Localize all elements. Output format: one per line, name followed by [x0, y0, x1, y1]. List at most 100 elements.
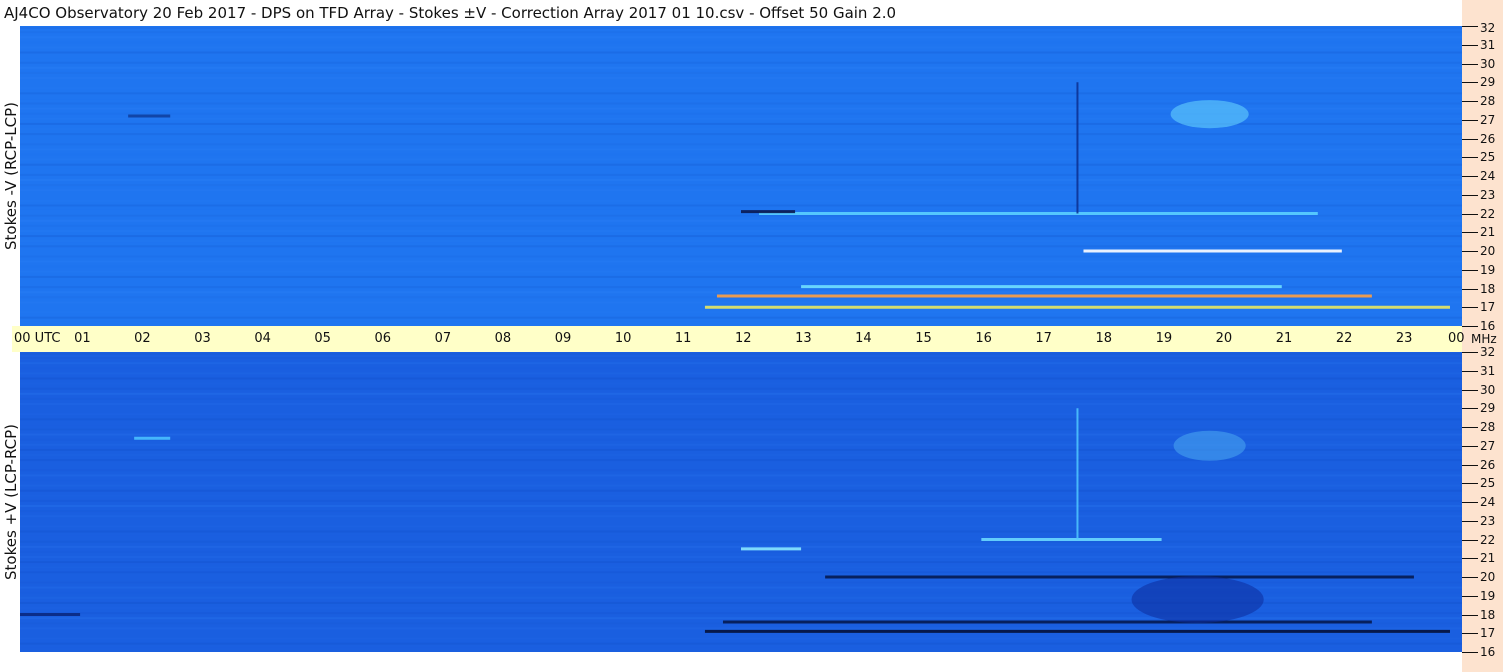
time-tick-label: 12	[735, 331, 752, 346]
bottom-texture-stripe	[20, 581, 1462, 584]
top-panel-ylabel: Stokes -V (RCP-LCP)	[2, 102, 20, 250]
top-texture-stripe	[20, 219, 1462, 222]
bottom-texture-stripe	[20, 433, 1462, 436]
top-texture-stripe	[20, 41, 1462, 43]
time-tick-label: 01	[74, 331, 91, 346]
freq-tick-label: 19	[1480, 262, 1496, 277]
bottom-texture-stripe	[20, 540, 1462, 543]
freq-tick-mark	[1462, 63, 1478, 65]
freq-tick-mark	[1462, 44, 1478, 46]
freq-tick-label: 24	[1480, 169, 1496, 183]
freq-tick-label: 25	[1480, 476, 1496, 491]
bottom-texture-stripe	[20, 505, 1462, 507]
freq-tick-label: 17	[1480, 626, 1496, 641]
bottom-bright-band-6	[134, 436, 171, 440]
freq-tick-mark	[1462, 352, 1478, 353]
freq-tick-mark	[1462, 213, 1478, 215]
top-bright-band-3	[1083, 249, 1342, 253]
bottom-texture-stripe	[20, 530, 1462, 533]
bottom-texture-stripe	[20, 459, 1462, 462]
freq-tick-label: 24	[1480, 495, 1496, 509]
bottom-texture-stripe	[20, 357, 1462, 360]
freq-tick-label: 30	[1480, 382, 1496, 397]
time-tick-label: 09	[554, 331, 572, 346]
mhz-unit-label: MHz	[1471, 332, 1497, 346]
freq-tick-mark	[1462, 251, 1478, 252]
top-texture-stripe	[20, 87, 1462, 90]
freq-tick-mark	[1462, 269, 1478, 271]
freq-tick-mark	[1462, 558, 1478, 560]
bottom-texture-stripe	[20, 439, 1462, 441]
top-texture-stripe	[20, 143, 1462, 146]
freq-tick-mark	[1462, 326, 1478, 327]
freq-tick-label: 17	[1480, 300, 1496, 315]
top-texture-stripe	[20, 184, 1462, 187]
freq-tick-mark	[1462, 389, 1478, 391]
freq-tick-label: 26	[1480, 131, 1496, 146]
time-tick-label: 13	[795, 331, 812, 346]
top-texture-stripe	[20, 240, 1462, 243]
bottom-dark-band-0	[704, 629, 1450, 633]
top-texture-stripe	[20, 61, 1462, 64]
bottom-texture-stripe	[20, 413, 1462, 416]
bottom-dark-band-3	[20, 613, 81, 616]
bottom-texture-stripe	[20, 489, 1462, 492]
top-spectrogram	[20, 26, 1462, 324]
time-tick-label: 23	[1395, 331, 1413, 346]
top-texture-stripe	[20, 163, 1462, 166]
time-tick-label: 18	[1095, 331, 1113, 346]
bottom-texture-stripe	[20, 352, 1462, 355]
top-texture-stripe	[20, 36, 1462, 39]
top-texture-stripe	[20, 46, 1462, 49]
time-tick-label: 15	[915, 331, 932, 346]
top-texture-stripe	[20, 133, 1462, 136]
freq-tick-mark	[1462, 502, 1478, 503]
freq-tick-label: 23	[1480, 187, 1496, 202]
freq-tick-label: 27	[1480, 112, 1496, 127]
freq-tick-label: 18	[1480, 607, 1496, 622]
bottom-texture-stripe	[20, 617, 1462, 620]
top-texture-stripe	[20, 275, 1462, 278]
bottom-bright-band-4	[981, 538, 1162, 541]
freq-tick-label: 32	[1480, 345, 1496, 359]
time-tick-label: 00	[1448, 331, 1465, 346]
bottom-texture-stripe	[20, 551, 1462, 553]
freq-tick-mark	[1462, 445, 1478, 447]
top-texture-stripe	[20, 301, 1462, 304]
top-texture-stripe	[20, 230, 1462, 232]
bottom-texture-stripe	[20, 387, 1462, 390]
top-texture-stripe	[20, 173, 1462, 176]
bottom-texture-stripe	[20, 561, 1462, 564]
freq-tick-label: 18	[1480, 281, 1496, 296]
bottom-dark-band-1	[722, 620, 1372, 624]
freq-tick-mark	[1462, 370, 1478, 372]
time-tick-label: 20	[1215, 331, 1233, 346]
freq-tick-mark	[1462, 82, 1478, 84]
freq-tick-label: 32	[1480, 21, 1496, 35]
top-texture-stripe	[20, 57, 1462, 59]
freq-tick-label: 31	[1480, 363, 1496, 378]
top-bright-band-2	[801, 285, 1282, 289]
freq-tick-mark	[1462, 176, 1478, 177]
bottom-texture-stripe	[20, 443, 1462, 446]
bottom-texture-stripe	[20, 454, 1462, 456]
freq-tick-mark	[1462, 157, 1478, 159]
bottom-texture-stripe	[20, 536, 1462, 538]
freq-tick-mark	[1462, 408, 1478, 410]
top-texture-stripe	[20, 322, 1462, 324]
top-texture-stripe	[20, 316, 1462, 319]
freq-tick-label: 16	[1480, 319, 1496, 333]
freq-tick-mark	[1462, 483, 1478, 485]
freq-tick-label: 28	[1480, 94, 1496, 108]
top-bright-band-0	[704, 305, 1450, 309]
top-texture-stripe	[20, 255, 1462, 258]
bottom-texture-stripe	[20, 642, 1462, 645]
bottom-texture-stripe	[20, 392, 1462, 395]
bottom-texture-stripe	[20, 627, 1462, 630]
top-texture-stripe	[20, 102, 1462, 105]
time-tick-label: 21	[1275, 331, 1293, 346]
top-texture-stripe	[20, 148, 1462, 151]
bottom-texture-stripe	[20, 571, 1462, 574]
bottom-texture-stripe	[20, 428, 1462, 431]
freq-tick-mark	[1462, 194, 1478, 196]
